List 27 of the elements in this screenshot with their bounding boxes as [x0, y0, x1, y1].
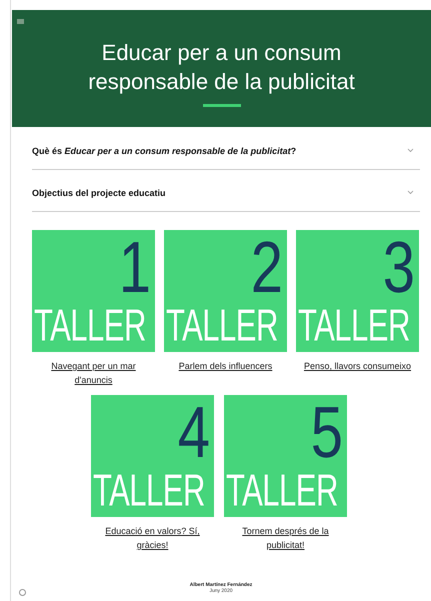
accordion-title[interactable]: Què és Educar per a un consum responsable de la publicitat? — [32, 146, 296, 156]
workshop-card[interactable]: 1 TALLER — [32, 230, 155, 352]
workshop-link[interactable]: Tornem després de la publicitat! — [230, 524, 340, 552]
workshop-card[interactable]: 3 TALLER — [296, 230, 419, 352]
accordion-title[interactable]: Objectius del projecte educatiu — [32, 188, 166, 198]
workshop-word: TALLER — [93, 468, 205, 513]
workshop-word: TALLER — [298, 303, 410, 348]
workshop-link[interactable]: Educació en valors? Sí, gràcies! — [98, 524, 208, 552]
workshop-word: TALLER — [34, 303, 146, 348]
workshop-link[interactable]: Navegant per un mar d'anuncis — [38, 359, 148, 387]
workshop-word: TALLER — [226, 468, 338, 513]
workshop-number: 1 — [118, 232, 151, 304]
workshop-link[interactable]: Penso, llavors consumeixo — [302, 359, 412, 373]
info-icon[interactable] — [19, 589, 26, 596]
workshop-card[interactable]: 5 TALLER — [224, 395, 347, 517]
workshop-number: 2 — [250, 232, 283, 304]
workshop-number: 3 — [382, 232, 415, 304]
title-underline — [202, 104, 240, 107]
workshop-number: 5 — [310, 397, 343, 470]
workshop-number: 4 — [178, 397, 210, 470]
workshop-word: TALLER — [166, 303, 278, 348]
workshop-link[interactable]: Parlem dels influencers — [170, 359, 280, 373]
chevron-icon[interactable] — [407, 190, 414, 195]
chevron-icon[interactable] — [407, 148, 414, 153]
workshop-card[interactable]: 4 TALLER — [91, 395, 214, 517]
workshop-card[interactable]: 2 TALLER — [164, 230, 287, 352]
page-title: Educar per a un consum responsable de la publicitat — [87, 39, 356, 96]
